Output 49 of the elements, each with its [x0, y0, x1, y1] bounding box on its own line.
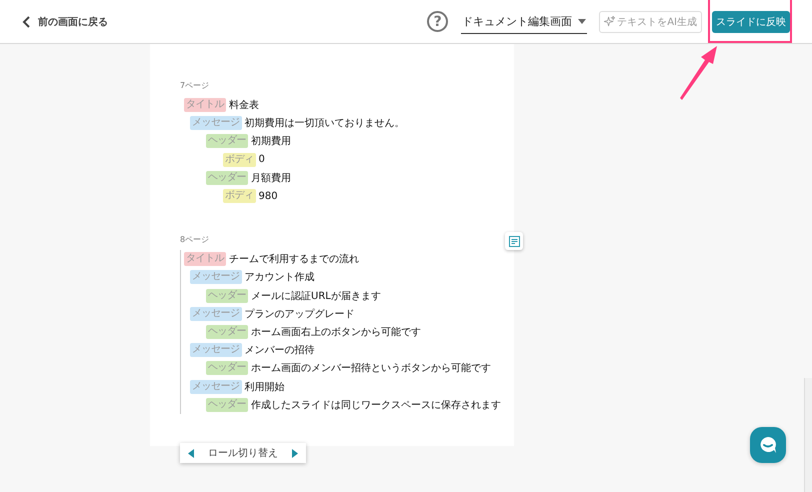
role-tag[interactable]: ヘッダー	[206, 288, 248, 303]
help-button[interactable]: ?	[427, 11, 448, 32]
outline-text: 980	[258, 190, 278, 202]
outline-text: アカウント作成	[244, 270, 314, 284]
role-tag[interactable]: メッセージ	[190, 270, 242, 284]
outline-text: チームで利用するまでの流れ	[229, 252, 359, 266]
role-tag[interactable]: ボディ	[223, 152, 256, 167]
caret-down-icon	[578, 18, 586, 24]
outline-text: メンバーの招待	[244, 344, 314, 358]
page-label: 8ページ	[180, 234, 210, 246]
outline-text: 作成したスライドは同じワークスペースに保存されます	[251, 398, 501, 412]
outline-text: ホーム画面のメンバー招待というボタンから可能です	[251, 362, 491, 376]
note-button[interactable]	[505, 232, 523, 250]
chat-bubble-icon	[758, 436, 778, 454]
outline-text: 初期費用は一切頂いておりません。	[244, 116, 404, 130]
outline-text: プランのアップグレード	[244, 308, 354, 321]
outline-text: 初期費用	[251, 134, 291, 148]
role-tag[interactable]: タイトル	[184, 98, 226, 112]
outline-text: メールに認証URLが届きます	[251, 290, 381, 303]
role-tag[interactable]: ボディ	[223, 189, 256, 204]
role-tag[interactable]: メッセージ	[190, 306, 242, 321]
role-tag[interactable]: ヘッダー	[206, 324, 248, 339]
note-icon	[508, 236, 520, 247]
role-tag[interactable]: ヘッダー	[206, 398, 248, 412]
outline-text: 料金表	[229, 98, 259, 112]
page-label: 7ページ	[180, 80, 210, 92]
previous-button[interactable]	[188, 448, 194, 458]
role-tag[interactable]: メッセージ	[190, 116, 242, 130]
back-link[interactable]: 前の画面に戻る	[22, 14, 108, 28]
next-button[interactable]	[292, 448, 298, 458]
role-tag[interactable]: タイトル	[184, 252, 226, 266]
scrollbar[interactable]	[804, 378, 812, 492]
outline-text: 利用開始	[244, 380, 284, 394]
outline-text: ホーム画面右上のボタンから可能です	[251, 326, 421, 339]
triangle-left-icon	[188, 448, 194, 458]
chat-button[interactable]	[750, 427, 786, 463]
role-switch-label: ロール切り替え	[208, 446, 278, 460]
apply-to-slides-button[interactable]: スライドに反映	[712, 10, 790, 32]
role-tag[interactable]: ヘッダー	[206, 134, 248, 148]
role-tag[interactable]: ヘッダー	[206, 170, 248, 185]
role-tag[interactable]: ヘッダー	[206, 361, 248, 376]
sparkle-icon	[604, 16, 616, 27]
outline-text: 0	[258, 154, 265, 166]
view-select[interactable]: ドキュメント編集画面	[461, 10, 588, 34]
role-tag[interactable]: メッセージ	[190, 380, 242, 394]
chevron-left-icon	[22, 16, 31, 28]
role-tag[interactable]: メッセージ	[190, 343, 242, 358]
outline-text: 月額費用	[251, 172, 291, 185]
triangle-right-icon	[292, 448, 298, 458]
